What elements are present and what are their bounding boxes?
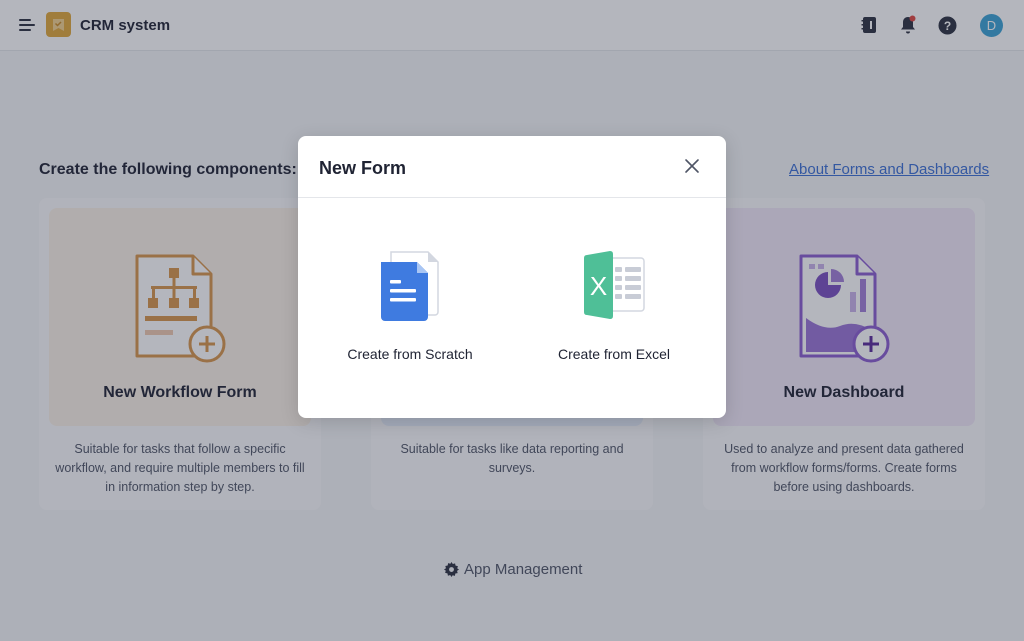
document-icon <box>381 251 439 321</box>
create-from-excel-option[interactable]: X Create from Excel <box>524 236 704 376</box>
option-label: Create from Scratch <box>347 346 473 362</box>
modal-title: New Form <box>319 158 407 178</box>
svg-text:X: X <box>590 271 607 301</box>
close-icon[interactable] <box>684 158 700 174</box>
create-from-scratch-option[interactable]: Create from Scratch <box>320 236 500 376</box>
option-label: Create from Excel <box>557 346 671 362</box>
excel-icon: X <box>584 251 645 319</box>
new-form-modal: New Form Create from Scratch X Create fr… <box>298 136 726 418</box>
modal-header: New Form <box>298 136 726 198</box>
